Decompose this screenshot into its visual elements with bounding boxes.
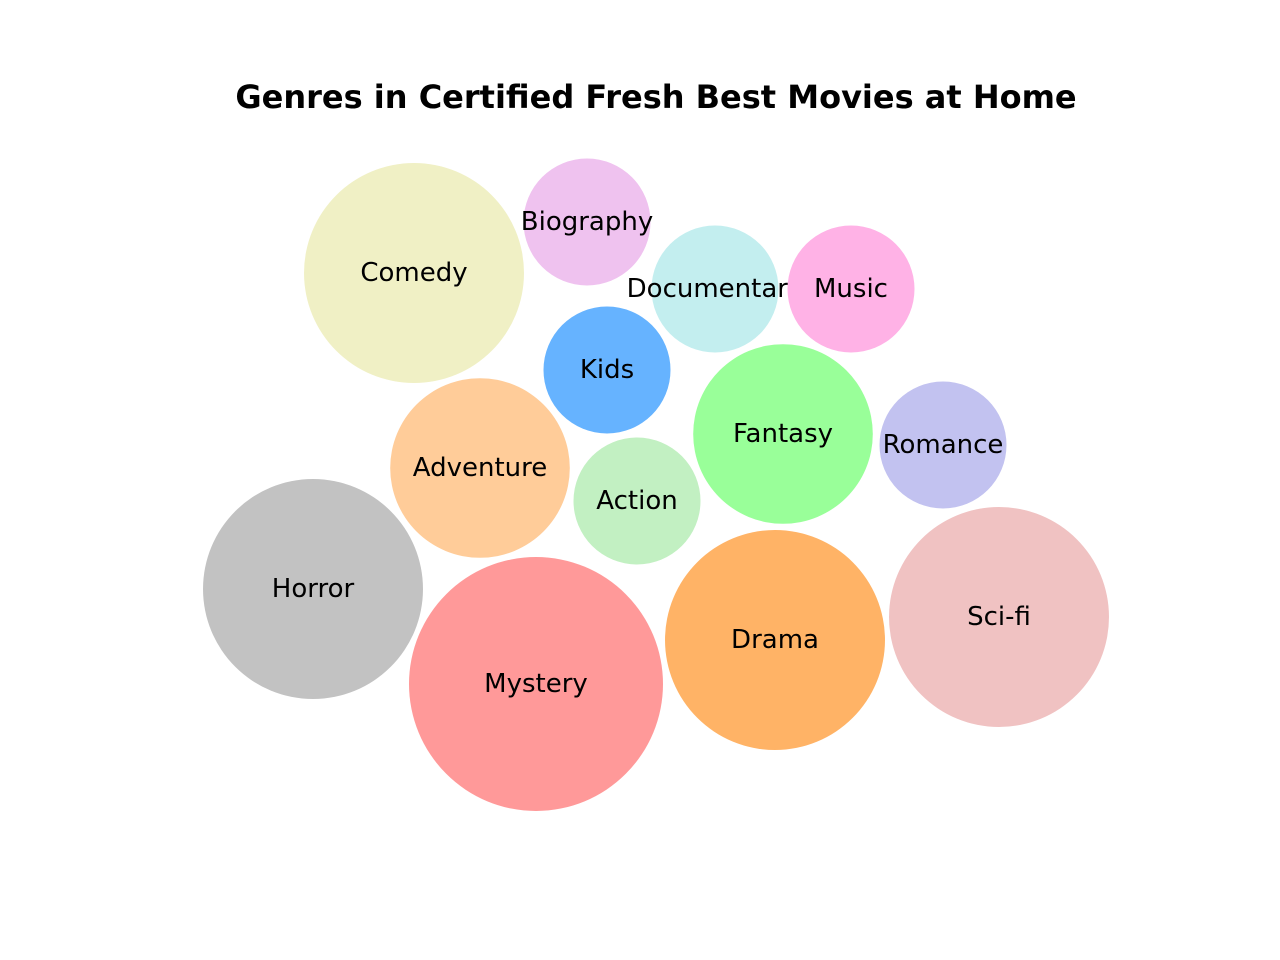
bubble-label-romance: Romance	[883, 430, 1004, 460]
bubble-mystery: Mystery	[409, 557, 663, 811]
bubble-music: Music	[787, 225, 915, 353]
bubble-action: Action	[573, 437, 701, 565]
bubble-adventure: Adventure	[390, 378, 570, 558]
bubble-label-adventure: Adventure	[413, 453, 547, 483]
bubble-label-kids: Kids	[580, 355, 634, 385]
bubble-label-drama: Drama	[731, 625, 819, 655]
bubble-label-biography: Biography	[521, 207, 653, 237]
bubble-label-comedy: Comedy	[360, 258, 467, 288]
bubble-label-horror: Horror	[272, 574, 355, 604]
bubble-biography: Biography	[521, 158, 653, 286]
bubble-romance: Romance	[879, 381, 1007, 509]
bubble-label-action: Action	[596, 486, 677, 516]
bubble-comedy: Comedy	[304, 163, 524, 383]
bubble-drama: Drama	[665, 530, 885, 750]
bubble-label-sci-fi: Sci-fi	[967, 602, 1031, 632]
bubble-sci-fi: Sci-fi	[889, 507, 1109, 727]
bubble-label-mystery: Mystery	[484, 669, 588, 699]
bubble-kids: Kids	[543, 306, 671, 434]
bubble-fantasy: Fantasy	[693, 344, 873, 524]
bubble-label-documentary: Documentary	[627, 274, 804, 304]
bubble-label-music: Music	[814, 274, 888, 304]
bubble-horror: Horror	[203, 479, 423, 699]
bubble-label-fantasy: Fantasy	[733, 419, 833, 449]
bubble-chart: Comedy Biography Documentary Music Kids Fanta…	[203, 158, 1109, 811]
